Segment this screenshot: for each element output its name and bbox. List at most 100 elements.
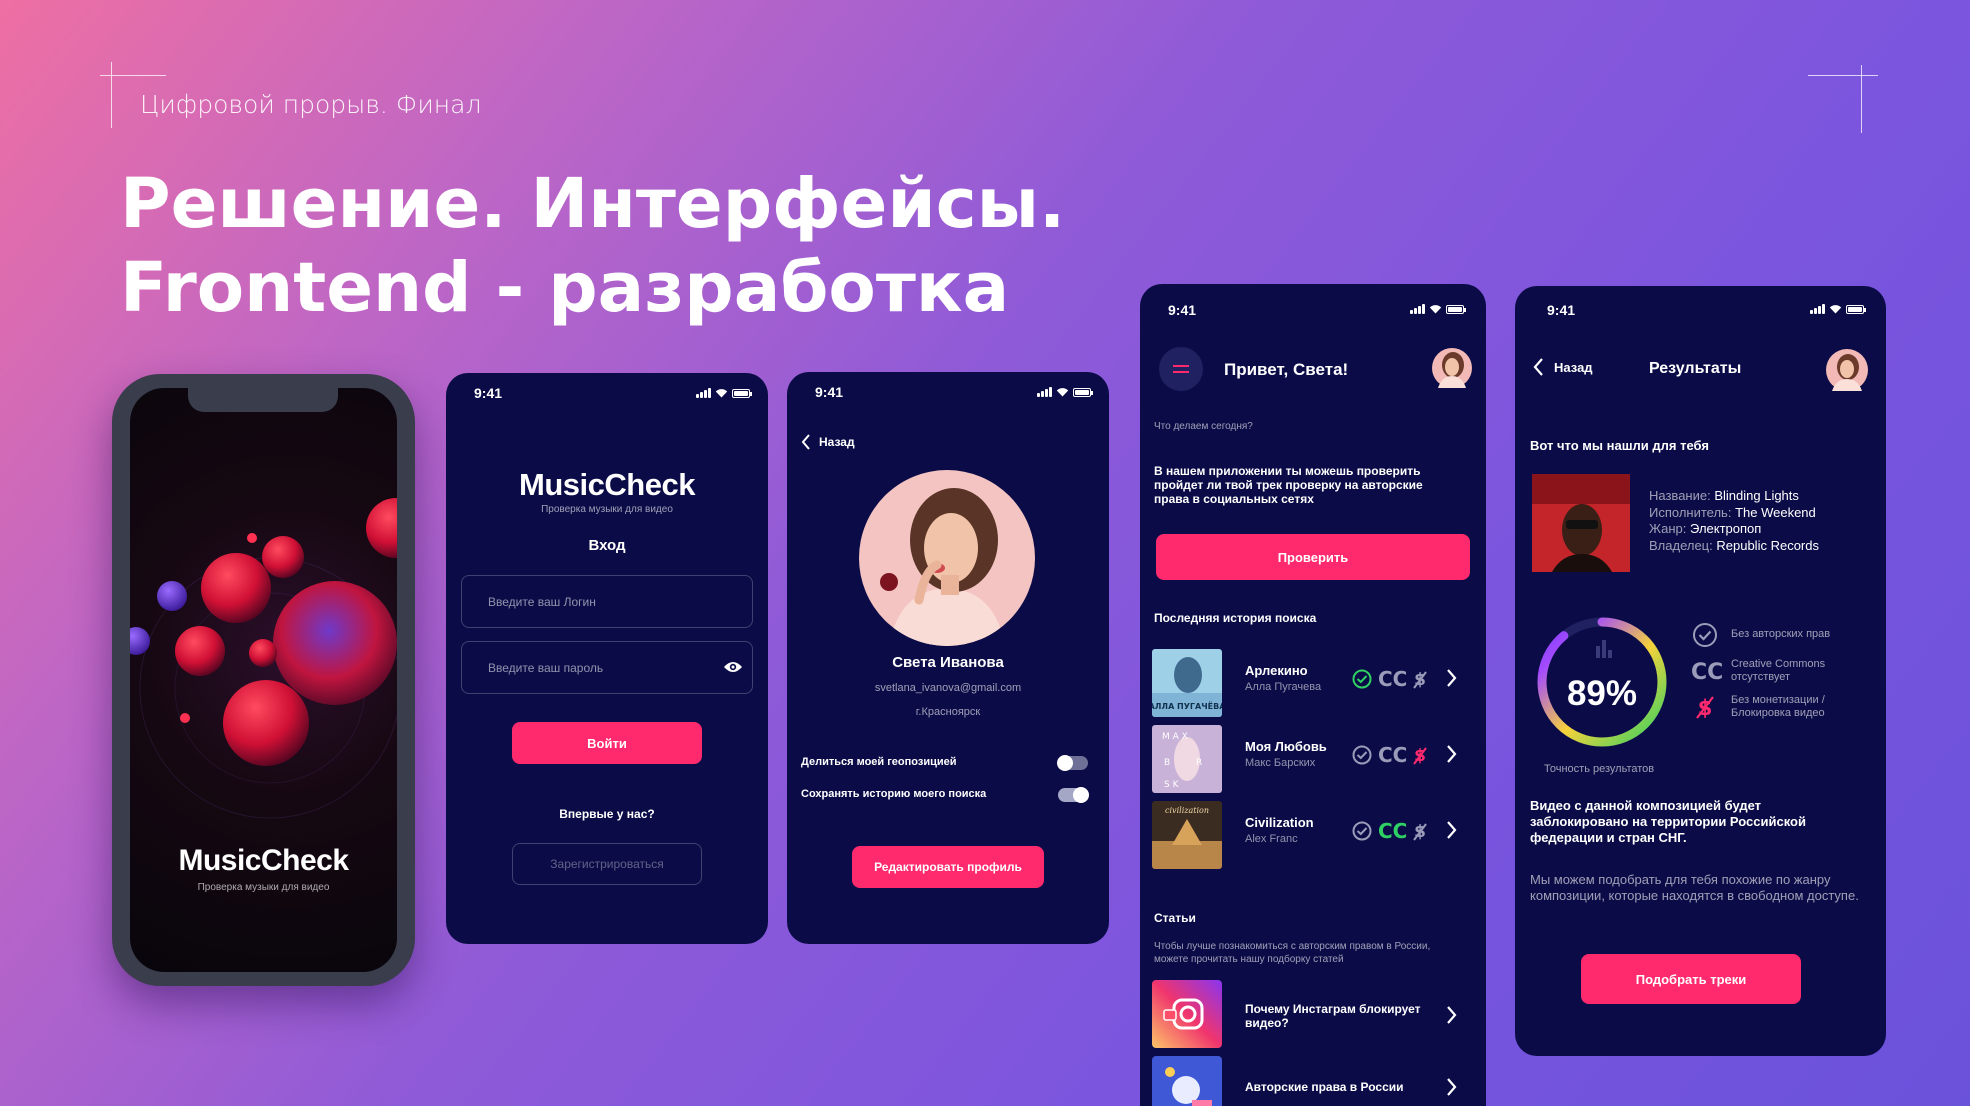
battery-icon (1846, 304, 1866, 314)
dollar-icon: $ (1413, 670, 1428, 689)
status-bar: 9:41 (1140, 284, 1486, 324)
info-genre-value: Электропоп (1690, 521, 1762, 536)
results-screen: 9:41 Назад Результаты Вот что мы нашли д… (1515, 286, 1886, 1056)
menu-button[interactable] (1159, 347, 1203, 391)
svg-text:S K: S K (1164, 780, 1180, 790)
avatar[interactable] (1826, 349, 1868, 391)
dollar-icon: $ (1413, 822, 1428, 841)
status-bar: 9:41 (1515, 286, 1886, 326)
back-button[interactable]: Назад (801, 434, 855, 450)
home-question: Что делаем сегодня? (1154, 421, 1253, 432)
found-heading: Вот что мы нашли для тебя (1530, 438, 1709, 453)
history-item[interactable]: M A X B R S K Моя Любовь Макс Барских CC $ (1152, 725, 1474, 793)
history-title: Последняя история поиска (1154, 611, 1317, 625)
history-setting-label: Сохранять историю моего поиска (801, 788, 987, 800)
pick-tracks-button[interactable]: Подобрать треки (1581, 954, 1801, 1004)
corner-mark-top-left-h (100, 75, 166, 76)
back-label: Назад (1554, 359, 1593, 375)
login-placeholder: Введите ваш Логин (488, 594, 596, 609)
check-circle-icon (1352, 821, 1372, 841)
status-bar: 9:41 (787, 372, 1109, 412)
avatar (859, 470, 1035, 646)
article-item[interactable]: Почему Инстаграм блокирует видео? (1152, 980, 1474, 1048)
splash-brand: MusicCheck (178, 844, 349, 877)
track-title: Моя Любовь (1245, 739, 1327, 754)
menu-icon (1173, 365, 1189, 367)
password-placeholder: Введите ваш пароль (488, 660, 604, 675)
profile-screen: 9:41 Назад Света Иванова svetlana_ivanov… (787, 372, 1109, 944)
accuracy-label: Точность результатов (1544, 763, 1655, 775)
track-title: Civilization (1245, 815, 1314, 830)
back-button[interactable]: Назад (1533, 358, 1593, 376)
eye-icon[interactable] (723, 660, 743, 674)
home-greeting: Привет, Света! (1224, 360, 1349, 379)
check-circle-icon (1352, 669, 1372, 689)
wifi-icon (1429, 305, 1442, 314)
check-button[interactable]: Проверить (1156, 534, 1470, 580)
corner-mark-top-right-h (1808, 75, 1878, 76)
profile-email: svetlana_ivanova@gmail.com (874, 682, 1022, 694)
creative-commons-icon: CC (1691, 660, 1724, 685)
status-time: 9:41 (474, 385, 503, 401)
password-input[interactable]: Введите ваш пароль (461, 641, 753, 694)
article-item[interactable]: Авторские права в России (1152, 1056, 1474, 1106)
dollar-icon: $ (1413, 746, 1428, 765)
splash-tagline: Проверка музыки для видео (197, 882, 330, 893)
legend-creative-commons: Creative Commons отсутствует (1731, 658, 1826, 683)
chevron-right-icon (1447, 669, 1457, 687)
status-time: 9:41 (815, 384, 844, 400)
signal-icon (1037, 387, 1052, 397)
creative-commons-badge: CC (1378, 819, 1408, 843)
login-heading: Вход (588, 537, 626, 554)
login-input[interactable]: Введите ваш Логин (461, 575, 753, 628)
suggestion-text: Мы можем подобрать для тебя похожие по ж… (1530, 872, 1859, 903)
back-label: Назад (819, 435, 855, 449)
edit-profile-button[interactable]: Редактировать профиль (852, 846, 1044, 888)
geo-toggle[interactable] (1057, 755, 1088, 771)
svg-text:АЛЛА ПУГАЧЁВА: АЛЛА ПУГАЧЁВА (1152, 701, 1222, 711)
cover-art: M A X B R S K (1152, 725, 1222, 793)
check-circle-icon (1352, 745, 1372, 765)
track-artist: Макс Барских (1245, 757, 1316, 769)
chevron-right-icon (1447, 821, 1457, 839)
home-screen: 9:41 Привет, Света! Что делаем сегодня? … (1140, 284, 1486, 1106)
info-artist-row: Исполнитель: The Weekend (1649, 504, 1816, 520)
svg-text:M A X: M A X (1162, 732, 1188, 742)
svg-text:civilization: civilization (1165, 806, 1209, 815)
history-item[interactable]: АЛЛА ПУГАЧЁВА Арлекино Алла Пугачева CC … (1152, 649, 1474, 717)
results-title: Результаты (1649, 360, 1742, 377)
signal-icon (696, 388, 711, 398)
corner-mark-top-left-v (111, 62, 112, 128)
login-brand: MusicCheck (519, 467, 695, 502)
track-artist: Alex Franc (1245, 833, 1298, 845)
profile-name: Света Иванова (892, 654, 1004, 671)
svg-text:R: R (1196, 758, 1202, 768)
login-submit-button[interactable]: Войти (512, 722, 702, 764)
legend-no-monetization: Без монетизации / Блокировка видео (1731, 694, 1825, 719)
no-copyright-check-icon (1693, 623, 1717, 647)
chevron-right-icon (1447, 1006, 1457, 1024)
chevron-left-icon (801, 434, 810, 450)
battery-icon (1446, 304, 1466, 314)
history-item[interactable]: civilization Civilization Alex Franc CC … (1152, 801, 1474, 869)
signal-icon (1810, 304, 1825, 314)
article-illustration (1152, 1056, 1222, 1106)
svg-text:B: B (1164, 758, 1170, 768)
creative-commons-badge: CC (1378, 667, 1408, 691)
register-button[interactable]: Зарегистрироваться (512, 843, 702, 885)
instagram-icon (1152, 980, 1222, 1048)
article-title: Авторские права в России (1245, 1080, 1404, 1094)
info-name-row: Название: Blinding Lights (1649, 488, 1799, 503)
signal-icon (1410, 304, 1425, 314)
history-toggle[interactable] (1058, 787, 1089, 803)
avatar[interactable] (1432, 348, 1472, 388)
info-artist-value: The Weekend (1735, 504, 1816, 520)
login-screen: 9:41 MusicCheck Проверка музыки для виде… (446, 373, 768, 944)
track-info: Название: Blinding Lights Исполнитель: T… (1649, 488, 1819, 554)
login-tagline: Проверка музыки для видео (541, 504, 673, 515)
corner-mark-top-right-v (1861, 65, 1862, 133)
articles-title: Статьи (1154, 911, 1196, 925)
status-time: 9:41 (1547, 302, 1576, 318)
track-title: Арлекино (1245, 663, 1308, 678)
first-time-text: Впервые у нас? (559, 807, 655, 821)
